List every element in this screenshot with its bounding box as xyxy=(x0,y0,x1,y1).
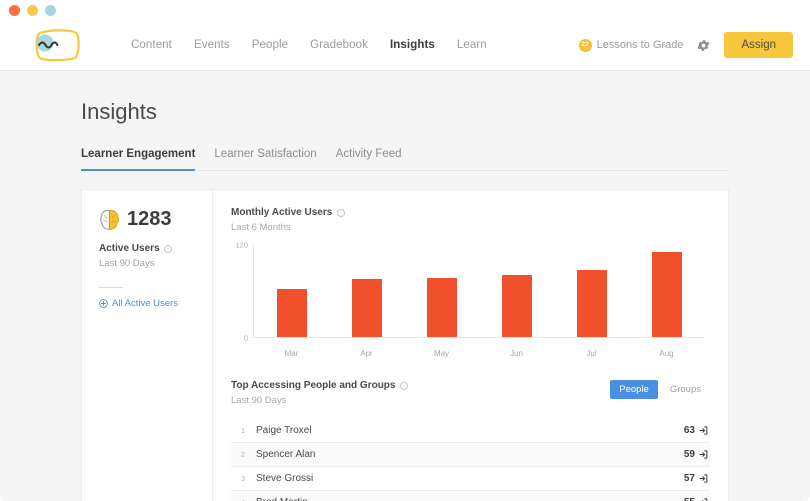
external-link-arrow-icon[interactable] xyxy=(699,425,708,435)
brain-icon xyxy=(99,209,120,231)
toggle-people[interactable]: People xyxy=(610,380,658,399)
row-name: Steve Grossi xyxy=(256,473,314,484)
chart-x-label: Jul xyxy=(586,349,597,358)
plus-circle-icon xyxy=(99,299,108,308)
monthly-active-users-title-row: Monthly Active Users xyxy=(231,207,710,218)
active-users-panel: 1283 Active Users Last 90 Days All Activ… xyxy=(82,190,213,501)
chart-bars xyxy=(254,245,704,337)
active-users-label: Active Users xyxy=(99,243,160,254)
row-count: 55 xyxy=(684,497,695,501)
all-active-users-label: All Active Users xyxy=(112,298,178,309)
tab-learner-satisfaction[interactable]: Learner Satisfaction xyxy=(214,148,316,171)
external-link-arrow-icon[interactable] xyxy=(699,450,708,459)
chart-bar[interactable] xyxy=(501,274,532,337)
top-accessing-subtitle: Last 90 Days xyxy=(231,395,287,406)
nav-links: Content Events People Gradebook Insights… xyxy=(131,39,487,51)
row-rank: 2 xyxy=(241,450,246,459)
chart-bar[interactable] xyxy=(276,288,307,337)
app-window: Content Events People Gradebook Insights… xyxy=(0,0,810,501)
y-axis-tick-max: 120 xyxy=(235,240,248,250)
assign-button[interactable]: Assign xyxy=(724,32,793,58)
info-icon[interactable] xyxy=(400,381,409,390)
top-accessing-title: Top Accessing People and Groups xyxy=(231,380,396,391)
page-content: Insights Learner Engagement Learner Sati… xyxy=(0,99,810,501)
window-minimize-dot[interactable] xyxy=(27,4,38,16)
lessons-to-grade-label: Lessons to Grade xyxy=(596,39,684,51)
top-navigation-bar: Content Events People Gradebook Insights… xyxy=(0,20,810,71)
table-row[interactable]: 4Brad Martin55 xyxy=(231,490,710,501)
nav-link-gradebook[interactable]: Gradebook xyxy=(310,39,368,51)
chart-bar-column xyxy=(629,245,704,337)
external-link-arrow-icon[interactable] xyxy=(699,474,708,483)
top-accessing-list: 1 Paige Troxel 63 2 Spencer Alan 59 3 Steve Gro… xyxy=(231,418,710,501)
tab-activity-feed[interactable]: Activity Feed xyxy=(336,148,402,171)
chart-x-label: Jun xyxy=(510,349,523,358)
chart-bar-column xyxy=(479,245,554,337)
chart-bar[interactable] xyxy=(651,251,682,337)
people-groups-toggle: People Groups xyxy=(610,380,710,399)
row-rank: 1 xyxy=(241,425,246,435)
lessons-count-badge: 22 xyxy=(578,38,592,52)
table-row[interactable]: 1 Paige Troxel 63 xyxy=(231,418,710,442)
top-accessing-header: Top Accessing People and Groups Last 90 … xyxy=(231,380,710,406)
monthly-active-users-title: Monthly Active Users xyxy=(231,207,333,218)
window-maximize-dot[interactable] xyxy=(45,4,56,16)
chart-x-label: Mar xyxy=(284,349,299,358)
insights-card: 1283 Active Users Last 90 Days All Activ… xyxy=(81,189,729,501)
monthly-active-users-chart: 120 0 Mar Apr May Jun Jul Aug xyxy=(231,241,710,358)
insights-main-column: Monthly Active Users Last 6 Months 120 0… xyxy=(213,190,728,501)
chart-bar-column xyxy=(254,245,329,337)
tab-learner-engagement[interactable]: Learner Engagement xyxy=(81,148,196,171)
nav-link-insights[interactable]: Insights xyxy=(390,39,435,51)
row-count: 63 xyxy=(683,424,695,436)
active-users-label-row: Active Users xyxy=(99,243,212,254)
chart-bar[interactable] xyxy=(351,278,382,337)
app-logo[interactable] xyxy=(26,27,90,65)
chart-bar-column xyxy=(404,245,479,337)
chart-x-label: Aug xyxy=(659,349,674,358)
chart-x-labels: Mar Apr May Jun Jul Aug xyxy=(254,349,704,358)
chart-bar-column xyxy=(329,245,404,337)
toggle-groups[interactable]: Groups xyxy=(661,380,710,399)
top-accessing-title-row: Top Accessing People and Groups xyxy=(231,380,409,391)
gear-icon[interactable] xyxy=(696,38,711,53)
table-row[interactable]: 2 Spencer Alan 59 xyxy=(231,442,710,466)
panel-divider xyxy=(99,287,123,288)
nav-link-people[interactable]: People xyxy=(252,39,288,51)
nav-link-events[interactable]: Events xyxy=(194,39,230,51)
top-accessing-titles: Top Accessing People and Groups Last 90 … xyxy=(231,380,409,406)
chart-x-label: May xyxy=(433,349,450,358)
chart-plot-area: 120 0 xyxy=(235,241,704,343)
info-icon[interactable] xyxy=(163,244,172,253)
row-name: Paige Troxel xyxy=(256,424,312,436)
x-axis-line xyxy=(253,337,704,338)
active-users-stat: 1283 xyxy=(99,208,212,231)
tab-bar: Learner Engagement Learner Satisfaction … xyxy=(81,148,729,171)
active-users-value: 1283 xyxy=(127,208,172,230)
active-users-timeframe: Last 90 Days xyxy=(99,258,155,269)
all-active-users-link[interactable]: All Active Users xyxy=(99,298,212,309)
table-row[interactable]: 3 Steve Grossi 57 xyxy=(231,466,710,490)
window-titlebar xyxy=(0,0,810,20)
row-name: Spencer Alan xyxy=(256,449,316,460)
monthly-active-users-subtitle: Last 6 Months xyxy=(231,222,291,233)
nav-right-actions: 22 Lessons to Grade Assign xyxy=(578,32,793,58)
nav-link-learn[interactable]: Learn xyxy=(457,39,487,51)
chart-x-label: Apr xyxy=(360,349,373,358)
y-axis-tick-min: 0 xyxy=(243,333,248,343)
row-rank: 3 xyxy=(241,474,246,483)
row-count: 59 xyxy=(683,449,695,460)
row-name: Brad Martin xyxy=(251,497,684,501)
lessons-to-grade-link[interactable]: 22 Lessons to Grade xyxy=(578,38,684,52)
chart-bar[interactable] xyxy=(576,269,607,337)
page-title: Insights xyxy=(81,99,157,124)
nav-link-content[interactable]: Content xyxy=(131,39,172,51)
info-icon[interactable] xyxy=(337,208,346,217)
window-close-dot[interactable] xyxy=(9,4,20,16)
chart-bar[interactable] xyxy=(426,277,457,337)
row-count: 57 xyxy=(683,473,695,484)
chart-bar-column xyxy=(554,245,629,337)
